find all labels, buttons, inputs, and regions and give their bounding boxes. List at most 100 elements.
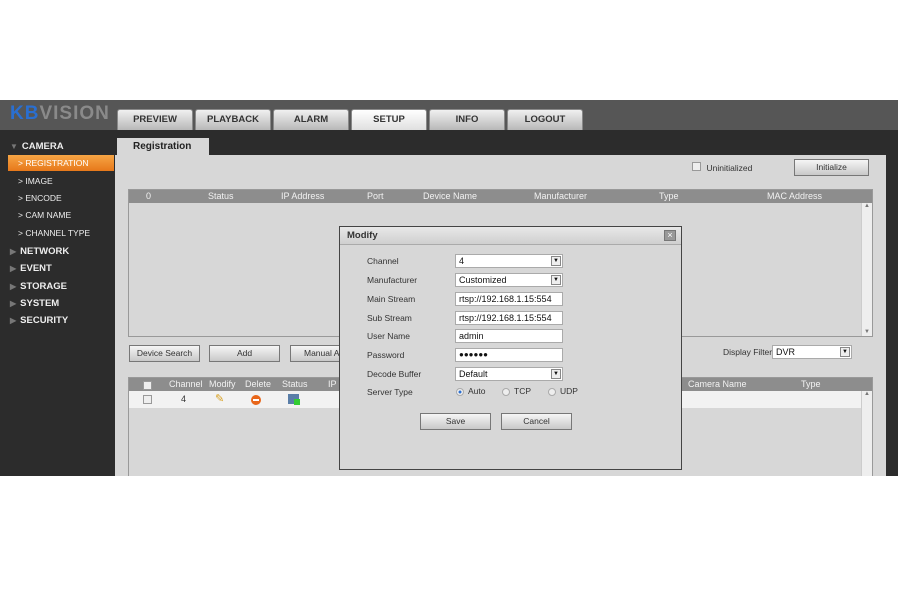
triangle-right-icon: ▶: [10, 247, 17, 256]
uninitialized-checkbox[interactable]: Uninitialized: [692, 162, 752, 173]
checkbox[interactable]: [692, 162, 701, 171]
col-ip: IP Address: [281, 191, 325, 201]
pencil-edit-icon[interactable]: ✎: [215, 392, 224, 405]
initialize-button[interactable]: Initialize: [794, 159, 869, 176]
section-label: EVENT: [20, 263, 52, 274]
dialog-title: Modify: [347, 230, 378, 241]
save-button[interactable]: Save: [420, 413, 491, 430]
display-filter-value: DVR: [776, 347, 796, 357]
tab-preview[interactable]: PREVIEW: [117, 109, 193, 130]
manufacturer-value: Customized: [459, 275, 507, 285]
radio[interactable]: [502, 387, 510, 396]
channel-label: Channel: [367, 256, 399, 266]
tab-registration[interactable]: Registration: [117, 138, 209, 156]
tab-logout[interactable]: LOGOUT: [507, 109, 583, 130]
radio-selected[interactable]: [456, 387, 464, 396]
device-search-button[interactable]: Device Search: [129, 345, 200, 362]
dialog-header: Modify: [340, 227, 681, 245]
sidebar-item-channel-type[interactable]: > CHANNEL TYPE: [8, 225, 114, 241]
col-port: Port: [367, 191, 384, 201]
display-filter-select[interactable]: DVR ▼: [772, 345, 852, 359]
sub-stream-input[interactable]: rtsp://192.168.1.15:554: [455, 311, 563, 325]
checkbox[interactable]: [143, 395, 152, 404]
password-label: Password: [367, 350, 405, 360]
radio-label: Auto: [468, 386, 486, 396]
col-channel: Channel: [169, 379, 203, 389]
triangle-right-icon: ▶: [10, 316, 17, 325]
server-type-label: Server Type: [367, 387, 413, 397]
col-camera-name: Camera Name: [688, 379, 747, 389]
server-type-radio-udp[interactable]: UDP: [548, 386, 578, 396]
item-label: IMAGE: [25, 176, 53, 186]
user-name-label: User Name: [367, 331, 410, 341]
sidebar-item-registration[interactable]: > REGISTRATION: [8, 155, 114, 171]
chevron-down-icon[interactable]: ▼: [551, 256, 561, 266]
uninitialized-label: Uninitialized: [706, 163, 753, 173]
password-input[interactable]: ●●●●●●: [455, 348, 563, 362]
item-label: CHANNEL TYPE: [25, 228, 91, 238]
sidebar-item-image[interactable]: > IMAGE: [8, 173, 114, 189]
col-status: Status: [282, 379, 308, 389]
user-name-input[interactable]: admin: [455, 329, 563, 343]
tab-playback[interactable]: PLAYBACK: [195, 109, 271, 130]
decode-buffer-value: Default: [459, 369, 488, 379]
scrollbar[interactable]: ▲: [861, 391, 872, 476]
server-type-radio-auto[interactable]: Auto: [456, 386, 486, 396]
section-label: NETWORK: [20, 246, 70, 257]
tab-info[interactable]: INFO: [429, 109, 505, 130]
radio-label: TCP: [514, 386, 531, 396]
cancel-button[interactable]: Cancel: [501, 413, 572, 430]
sidebar: ▼ CAMERA > REGISTRATION > IMAGE > ENCODE …: [0, 130, 115, 476]
col-delete: Delete: [245, 379, 272, 389]
channel-value: 4: [459, 256, 465, 266]
radio-label: UDP: [560, 386, 578, 396]
main-stream-input[interactable]: rtsp://192.168.1.15:554: [455, 292, 563, 306]
logo-kb: KB: [10, 103, 40, 124]
sidebar-section-security[interactable]: ▶ SECURITY: [10, 315, 68, 326]
chevron-down-icon[interactable]: ▼: [840, 347, 850, 357]
status-connected-icon: [288, 394, 300, 405]
checkbox[interactable]: [143, 381, 152, 390]
manufacturer-select[interactable]: Customized ▼: [455, 273, 563, 287]
col-mac: MAC Address: [767, 191, 823, 201]
row-checkbox[interactable]: [143, 395, 152, 406]
sidebar-section-camera[interactable]: ▼ CAMERA: [10, 141, 64, 152]
top-bar: KBVISION PREVIEW PLAYBACK ALARM SETUP IN…: [0, 100, 898, 130]
col-modify: Modify: [209, 379, 236, 389]
sidebar-section-network[interactable]: ▶ NETWORK: [10, 246, 69, 257]
sidebar-section-system[interactable]: ▶ SYSTEM: [10, 298, 59, 309]
item-label: ENCODE: [25, 193, 62, 203]
triangle-down-icon: ▼: [10, 142, 18, 151]
decode-buffer-select[interactable]: Default ▼: [455, 367, 563, 381]
chevron-down-icon[interactable]: ▼: [551, 275, 561, 285]
delete-minus-icon[interactable]: [251, 395, 261, 405]
right-edge: [886, 155, 898, 476]
col-index: 0: [146, 191, 152, 201]
col-type: Type: [801, 379, 821, 389]
radio[interactable]: [548, 387, 556, 396]
section-label: STORAGE: [20, 281, 67, 292]
channel-select[interactable]: 4 ▼: [455, 254, 563, 268]
item-label: REGISTRATION: [25, 158, 89, 168]
main-stream-label: Main Stream: [367, 294, 416, 304]
modify-dialog: Modify × Channel 4 ▼ Manufacturer Customi…: [339, 226, 682, 470]
close-icon[interactable]: ×: [664, 230, 676, 241]
sidebar-section-event[interactable]: ▶ EVENT: [10, 263, 52, 274]
manufacturer-label: Manufacturer: [367, 275, 418, 285]
grid-header: 0 Status IP Address Port Device Name Man…: [129, 190, 872, 203]
tab-alarm[interactable]: ALARM: [273, 109, 349, 130]
sidebar-section-storage[interactable]: ▶ STORAGE: [10, 281, 67, 292]
decode-buffer-label: Decode Buffer: [367, 369, 422, 379]
col-ip: IP: [328, 379, 337, 389]
section-label: SYSTEM: [20, 298, 60, 309]
sidebar-item-encode[interactable]: > ENCODE: [8, 190, 114, 206]
display-filter-label: Display Filter: [723, 347, 773, 357]
server-type-radio-tcp[interactable]: TCP: [502, 386, 531, 396]
tab-setup[interactable]: SETUP: [351, 109, 427, 130]
chevron-down-icon[interactable]: ▼: [551, 369, 561, 379]
col-manufacturer: Manufacturer: [534, 191, 588, 201]
sidebar-item-cam-name[interactable]: > CAM NAME: [8, 207, 114, 223]
item-label: CAM NAME: [25, 210, 72, 220]
scrollbar[interactable]: ▲ ▼: [861, 203, 872, 336]
add-button[interactable]: Add: [209, 345, 280, 362]
